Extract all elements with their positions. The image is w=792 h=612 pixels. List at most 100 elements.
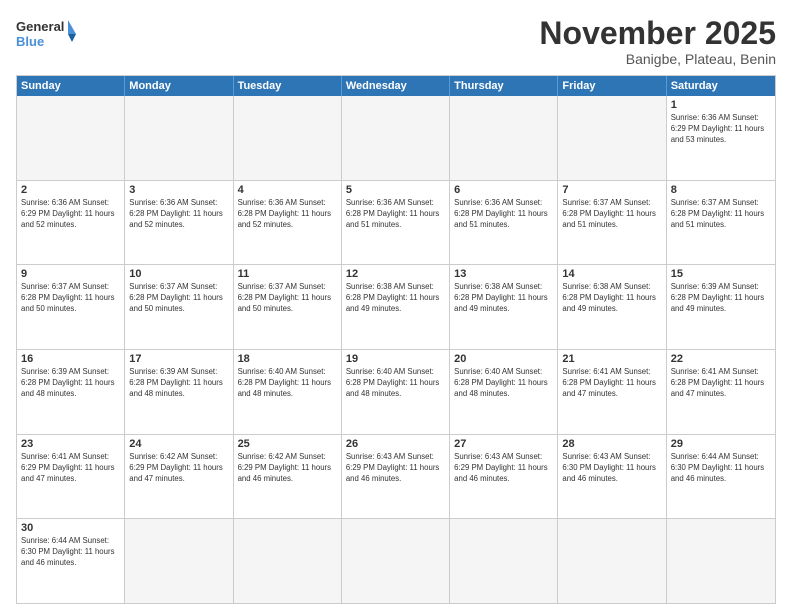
day-cell	[342, 519, 450, 603]
day-cell	[450, 96, 558, 180]
header-friday: Friday	[558, 76, 666, 96]
day-cell: 13 Sunrise: 6:38 AM Sunset: 6:28 PM Dayli…	[450, 265, 558, 349]
day-info: Sunrise: 6:36 AM Sunset: 6:28 PM Dayligh…	[238, 198, 337, 231]
day-number: 16	[21, 353, 120, 365]
page: General Blue November 2025 Banigbe, Plat…	[0, 0, 792, 612]
day-cell: 24 Sunrise: 6:42 AM Sunset: 6:29 PM Dayli…	[125, 435, 233, 519]
day-cell: 8 Sunrise: 6:37 AM Sunset: 6:28 PM Daylig…	[667, 181, 775, 265]
day-cell	[234, 519, 342, 603]
day-cell: 11 Sunrise: 6:37 AM Sunset: 6:28 PM Dayli…	[234, 265, 342, 349]
day-number: 13	[454, 268, 553, 280]
day-cell: 3Sunrise: 6:36 AM Sunset: 6:28 PM Daylig…	[125, 181, 233, 265]
day-number: 8	[671, 184, 771, 196]
title-block: November 2025 Banigbe, Plateau, Benin	[539, 16, 776, 67]
day-number: 22	[671, 353, 771, 365]
day-info: Sunrise: 6:37 AM Sunset: 6:28 PM Dayligh…	[129, 282, 228, 315]
day-number: 23	[21, 438, 120, 450]
month-title: November 2025	[539, 16, 776, 51]
header-thursday: Thursday	[450, 76, 558, 96]
day-cell: 27 Sunrise: 6:43 AM Sunset: 6:29 PM Dayli…	[450, 435, 558, 519]
day-cell	[125, 96, 233, 180]
svg-text:General: General	[16, 19, 64, 34]
day-number: 9	[21, 268, 120, 280]
day-number: 11	[238, 268, 337, 280]
day-cell: 14 Sunrise: 6:38 AM Sunset: 6:28 PM Dayli…	[558, 265, 666, 349]
day-cell: 5Sunrise: 6:36 AM Sunset: 6:28 PM Daylig…	[342, 181, 450, 265]
day-number: 7	[562, 184, 661, 196]
day-info: Sunrise: 6:40 AM Sunset: 6:28 PM Dayligh…	[238, 367, 337, 400]
header-sunday: Sunday	[17, 76, 125, 96]
day-info: Sunrise: 6:39 AM Sunset: 6:28 PM Dayligh…	[21, 367, 120, 400]
day-number: 1	[671, 99, 771, 111]
day-info: Sunrise: 6:36 AM Sunset: 6:29 PM Dayligh…	[671, 113, 771, 146]
header-wednesday: Wednesday	[342, 76, 450, 96]
day-number: 12	[346, 268, 445, 280]
day-cell: 25Sunrise: 6:42 AM Sunset: 6:29 PM Dayli…	[234, 435, 342, 519]
day-cell	[558, 519, 666, 603]
day-info: Sunrise: 6:41 AM Sunset: 6:29 PM Dayligh…	[21, 452, 120, 485]
day-cell: 21Sunrise: 6:41 AM Sunset: 6:28 PM Dayli…	[558, 350, 666, 434]
header: General Blue November 2025 Banigbe, Plat…	[16, 16, 776, 67]
day-number: 18	[238, 353, 337, 365]
day-number: 5	[346, 184, 445, 196]
week-row-4: 16 Sunrise: 6:39 AM Sunset: 6:28 PM Dayli…	[17, 350, 775, 435]
day-cell: 6Sunrise: 6:36 AM Sunset: 6:28 PM Daylig…	[450, 181, 558, 265]
week-row-5: 23 Sunrise: 6:41 AM Sunset: 6:29 PM Dayli…	[17, 435, 775, 520]
header-monday: Monday	[125, 76, 233, 96]
day-info: Sunrise: 6:38 AM Sunset: 6:28 PM Dayligh…	[346, 282, 445, 315]
day-info: Sunrise: 6:43 AM Sunset: 6:29 PM Dayligh…	[454, 452, 553, 485]
day-info: Sunrise: 6:43 AM Sunset: 6:30 PM Dayligh…	[562, 452, 661, 485]
day-cell: 19 Sunrise: 6:40 AM Sunset: 6:28 PM Dayli…	[342, 350, 450, 434]
day-cell: 2Sunrise: 6:36 AM Sunset: 6:29 PM Daylig…	[17, 181, 125, 265]
day-cell	[125, 519, 233, 603]
day-info: Sunrise: 6:37 AM Sunset: 6:28 PM Dayligh…	[562, 198, 661, 231]
day-number: 26	[346, 438, 445, 450]
calendar-body: 1 Sunrise: 6:36 AM Sunset: 6:29 PM Daylig…	[17, 96, 775, 603]
day-number: 20	[454, 353, 553, 365]
day-number: 14	[562, 268, 661, 280]
day-cell	[17, 96, 125, 180]
day-cell: 15Sunrise: 6:39 AM Sunset: 6:28 PM Dayli…	[667, 265, 775, 349]
calendar: Sunday Monday Tuesday Wednesday Thursday…	[16, 75, 776, 604]
day-info: Sunrise: 6:42 AM Sunset: 6:29 PM Dayligh…	[129, 452, 228, 485]
day-info: Sunrise: 6:41 AM Sunset: 6:28 PM Dayligh…	[671, 367, 771, 400]
day-cell: 30Sunrise: 6:44 AM Sunset: 6:30 PM Dayli…	[17, 519, 125, 603]
week-row-2: 2Sunrise: 6:36 AM Sunset: 6:29 PM Daylig…	[17, 181, 775, 266]
day-number: 3	[129, 184, 228, 196]
day-headers: Sunday Monday Tuesday Wednesday Thursday…	[17, 76, 775, 96]
day-cell: 9Sunrise: 6:37 AM Sunset: 6:28 PM Daylig…	[17, 265, 125, 349]
day-info: Sunrise: 6:36 AM Sunset: 6:29 PM Dayligh…	[21, 198, 120, 231]
day-info: Sunrise: 6:38 AM Sunset: 6:28 PM Dayligh…	[454, 282, 553, 315]
day-number: 17	[129, 353, 228, 365]
day-info: Sunrise: 6:37 AM Sunset: 6:28 PM Dayligh…	[238, 282, 337, 315]
day-number: 19	[346, 353, 445, 365]
day-cell	[342, 96, 450, 180]
day-cell: 23 Sunrise: 6:41 AM Sunset: 6:29 PM Dayli…	[17, 435, 125, 519]
header-tuesday: Tuesday	[234, 76, 342, 96]
day-info: Sunrise: 6:37 AM Sunset: 6:28 PM Dayligh…	[671, 198, 771, 231]
day-number: 27	[454, 438, 553, 450]
day-info: Sunrise: 6:38 AM Sunset: 6:28 PM Dayligh…	[562, 282, 661, 315]
day-number: 4	[238, 184, 337, 196]
day-cell: 18 Sunrise: 6:40 AM Sunset: 6:28 PM Dayli…	[234, 350, 342, 434]
header-saturday: Saturday	[667, 76, 775, 96]
day-info: Sunrise: 6:40 AM Sunset: 6:28 PM Dayligh…	[346, 367, 445, 400]
day-info: Sunrise: 6:40 AM Sunset: 6:28 PM Dayligh…	[454, 367, 553, 400]
day-cell: 16 Sunrise: 6:39 AM Sunset: 6:28 PM Dayli…	[17, 350, 125, 434]
logo-svg: General Blue	[16, 16, 76, 52]
day-cell: 28Sunrise: 6:43 AM Sunset: 6:30 PM Dayli…	[558, 435, 666, 519]
day-cell: 1 Sunrise: 6:36 AM Sunset: 6:29 PM Daylig…	[667, 96, 775, 180]
day-info: Sunrise: 6:39 AM Sunset: 6:28 PM Dayligh…	[671, 282, 771, 315]
day-info: Sunrise: 6:41 AM Sunset: 6:28 PM Dayligh…	[562, 367, 661, 400]
day-cell: 26 Sunrise: 6:43 AM Sunset: 6:29 PM Dayli…	[342, 435, 450, 519]
day-cell: 4 Sunrise: 6:36 AM Sunset: 6:28 PM Daylig…	[234, 181, 342, 265]
day-cell	[450, 519, 558, 603]
day-info: Sunrise: 6:36 AM Sunset: 6:28 PM Dayligh…	[454, 198, 553, 231]
day-number: 10	[129, 268, 228, 280]
week-row-1: 1 Sunrise: 6:36 AM Sunset: 6:29 PM Daylig…	[17, 96, 775, 181]
week-row-3: 9 Sunrise: 6:37 AM Sunset: 6:28 PM Daylig…	[17, 265, 775, 350]
day-number: 29	[671, 438, 771, 450]
day-number: 24	[129, 438, 228, 450]
day-cell: 29Sunrise: 6:44 AM Sunset: 6:30 PM Dayli…	[667, 435, 775, 519]
day-info: Sunrise: 6:43 AM Sunset: 6:29 PM Dayligh…	[346, 452, 445, 485]
